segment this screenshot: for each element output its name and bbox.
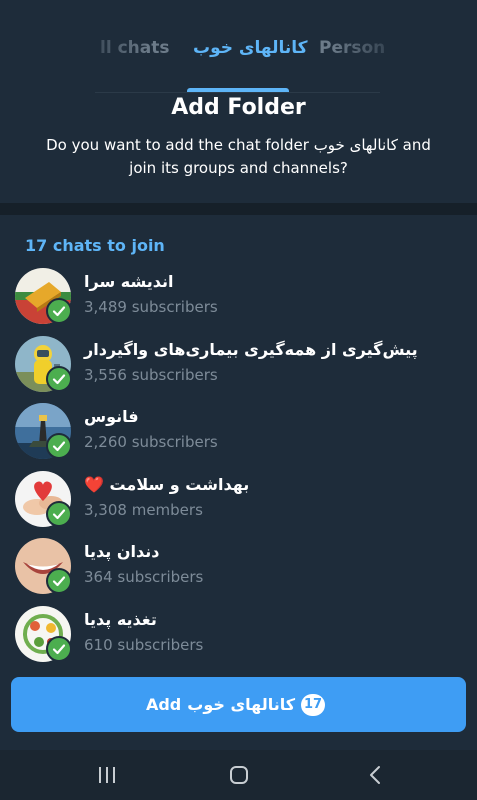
chat-row[interactable]: بهداشت و سلامت ❤️ 3,308 members — [0, 471, 477, 539]
check-icon — [46, 636, 72, 662]
check-icon — [46, 568, 72, 594]
tab-good-channels[interactable]: کانالهای خوب — [193, 38, 308, 58]
check-icon — [46, 501, 72, 527]
tabs-underline — [95, 92, 380, 93]
chat-subscribers: 2,260 subscribers — [84, 433, 218, 451]
tab-fade-right — [330, 30, 420, 74]
back-icon[interactable] — [360, 762, 390, 788]
chat-name: فانوس — [84, 407, 139, 426]
chat-name: پیش‌گیری از همه‌گیری بیماری‌های واگیردار — [84, 340, 418, 359]
system-nav-bar — [0, 750, 477, 800]
chat-name: اندیشه سرا — [84, 272, 174, 291]
chat-row[interactable]: فانوس 2,260 subscribers — [0, 403, 477, 471]
add-button-prefix: Add — [145, 695, 182, 714]
section-divider — [0, 203, 477, 215]
chat-name: دندان پدیا — [84, 542, 160, 561]
chat-subscribers: 610 subscribers — [84, 636, 204, 654]
chats-to-join-label: 17 chats to join — [25, 236, 165, 255]
chat-subscribers: 3,489 subscribers — [84, 298, 218, 316]
dialog-title: Add Folder — [171, 95, 306, 120]
chat-row[interactable]: پیش‌گیری از همه‌گیری بیماری‌های واگیردار… — [0, 336, 477, 404]
chat-subscribers: 364 subscribers — [84, 568, 204, 586]
chat-subscribers: 3,308 members — [84, 501, 203, 519]
chat-name: بهداشت و سلامت ❤️ — [84, 475, 250, 494]
chat-count-badge: 17 — [301, 693, 326, 716]
add-folder-button[interactable]: Add کانالهای خوب 17 — [11, 677, 466, 732]
check-icon — [46, 433, 72, 459]
dialog-subtitle: Do you want to add the chat folder کانال… — [46, 136, 431, 177]
check-icon — [46, 366, 72, 392]
recent-apps-icon[interactable] — [92, 762, 122, 788]
check-icon — [46, 298, 72, 324]
chat-name: تغذیه پدیا — [84, 610, 157, 629]
folder-tabs: ll chats کانالهای خوب Person — [0, 20, 477, 93]
add-folder-sheet: ll chats کانالهای خوب Person Add Folder … — [0, 0, 477, 800]
chat-row[interactable]: اندیشه سرا 3,489 subscribers — [0, 268, 477, 336]
tab-fade-left — [60, 30, 150, 74]
home-icon[interactable] — [224, 762, 254, 788]
chat-row[interactable]: دندان پدیا 364 subscribers — [0, 538, 477, 606]
add-button-folder-name: کانالهای خوب — [187, 695, 296, 714]
active-tab-indicator — [187, 88, 289, 92]
chat-subscribers: 3,556 subscribers — [84, 366, 218, 384]
